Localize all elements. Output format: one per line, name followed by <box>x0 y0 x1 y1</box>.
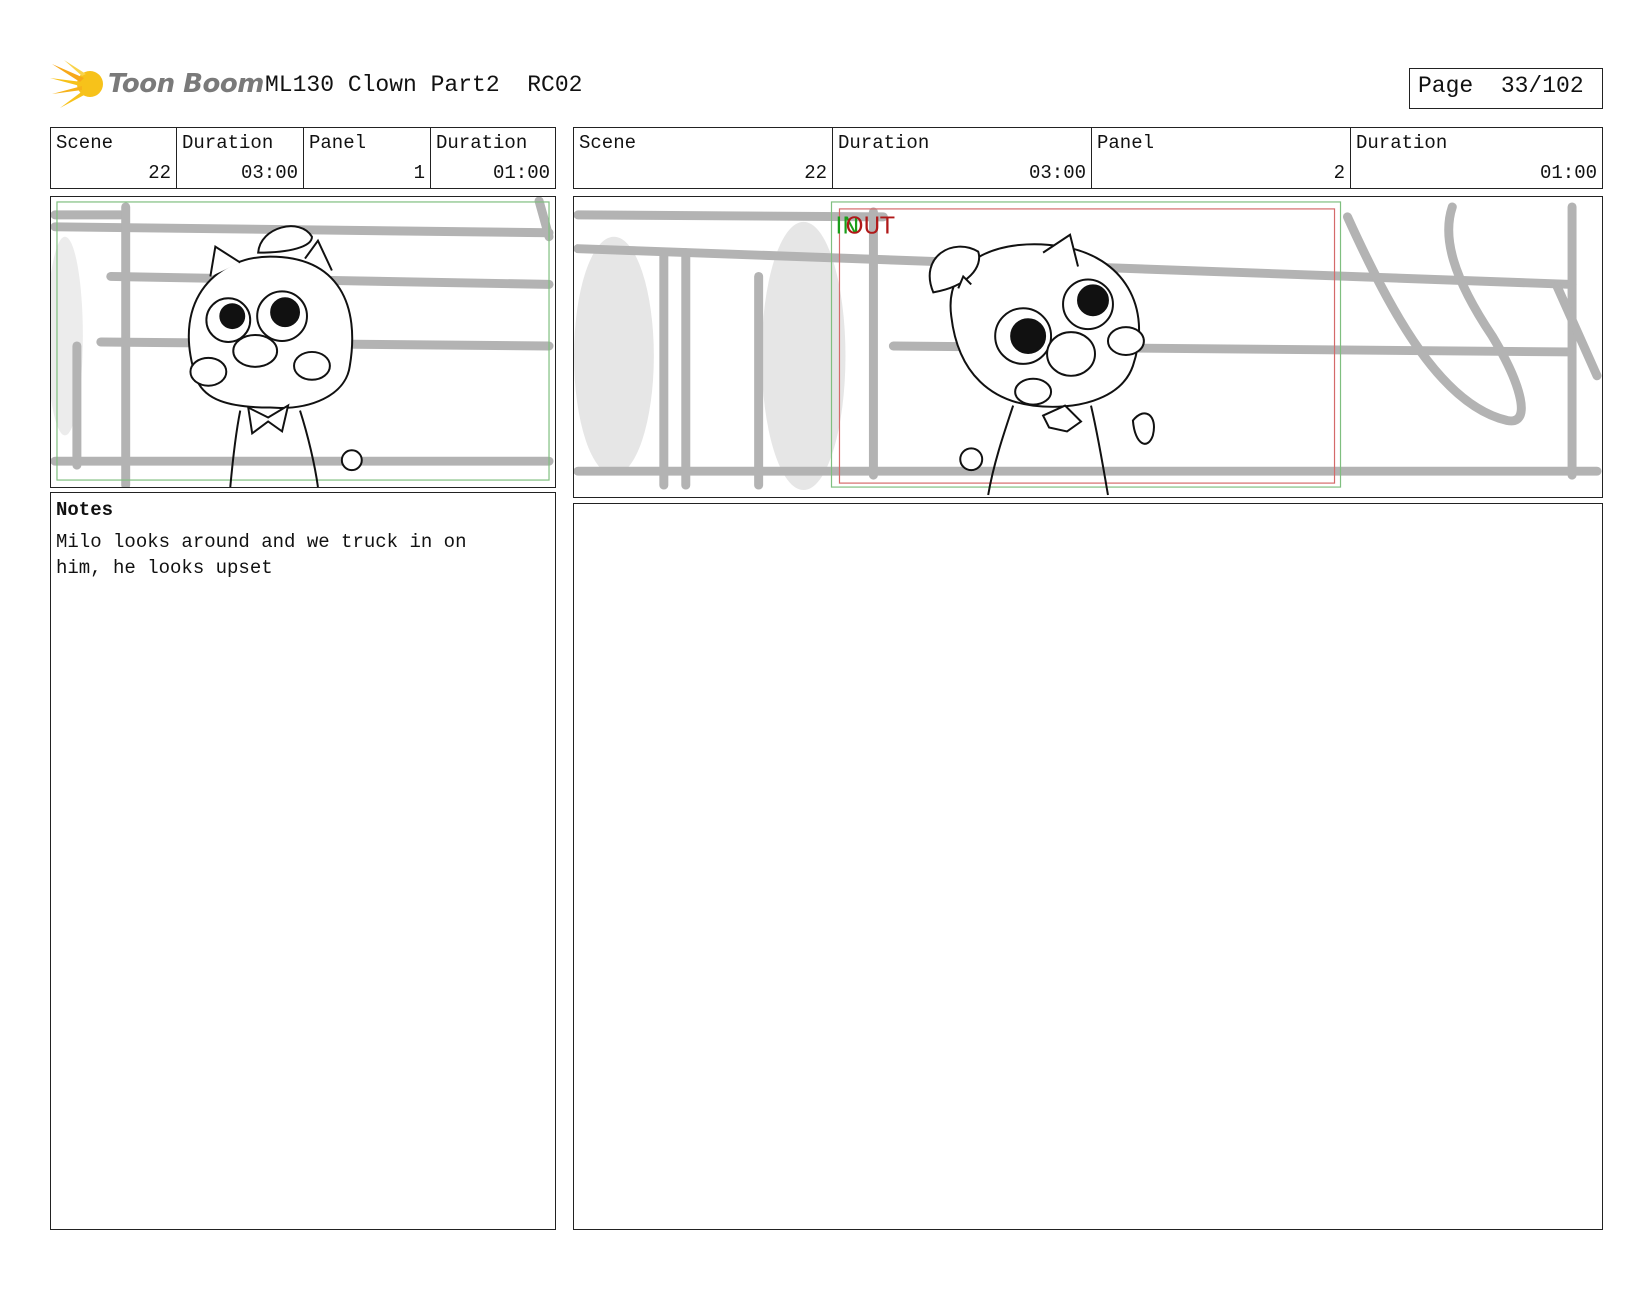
notes-box: Notes Milo looks around and we truck in … <box>50 492 556 1230</box>
scene-duration-label: Duration <box>838 132 930 154</box>
panel-1-info-bar: Scene 22 Duration 03:00 Panel 1 Duration… <box>50 127 556 189</box>
scene-duration-cell: Duration 03:00 <box>177 128 304 188</box>
scene-duration-label: Duration <box>182 132 274 154</box>
panel-2-notes-area <box>573 503 1603 1230</box>
milo-character-sketch <box>928 233 1155 496</box>
scene-duration-value: 03:00 <box>1028 162 1086 184</box>
scene-label: Scene <box>579 132 637 154</box>
panel-cell: Panel 1 <box>304 128 431 188</box>
panel-value: 2 <box>1333 162 1345 184</box>
panel-cell: Panel 2 <box>1092 128 1351 188</box>
logo-text: Toon Boom <box>108 69 264 99</box>
panel-2-info-bar: Scene 22 Duration 03:00 Panel 2 Duration… <box>573 127 1603 189</box>
scene-duration-value: 03:00 <box>240 162 298 184</box>
notes-title: Notes <box>56 499 114 521</box>
scene-value: 22 <box>148 162 171 184</box>
panel-duration-value: 01:00 <box>1539 162 1597 184</box>
page-number: 33/102 <box>1500 73 1584 99</box>
panel-duration-label: Duration <box>436 132 528 154</box>
page-indicator: Page 33/102 <box>1409 68 1603 109</box>
panel-duration-value: 01:00 <box>492 162 550 184</box>
scene-cell: Scene 22 <box>51 128 177 188</box>
page-label: Page <box>1418 73 1474 99</box>
panel-label: Panel <box>1097 132 1155 154</box>
panel-label: Panel <box>309 132 367 154</box>
scene-cell: Scene 22 <box>574 128 833 188</box>
scene-duration-cell: Duration 03:00 <box>833 128 1092 188</box>
scene-label: Scene <box>56 132 114 154</box>
panel-value: 1 <box>413 162 425 184</box>
document-title: ML130 Clown Part2 RC02 <box>265 72 583 98</box>
out-marker-label: OUT <box>845 214 895 240</box>
notes-text: Milo looks around and we truck in on him… <box>56 531 467 579</box>
panel-1-image <box>50 196 556 488</box>
scene-value: 22 <box>804 162 827 184</box>
panel-duration-cell: Duration 01:00 <box>1351 128 1602 188</box>
panel-2-image: IN OUT <box>573 196 1603 498</box>
toon-boom-logo-icon <box>50 58 106 112</box>
panel-duration-label: Duration <box>1356 132 1448 154</box>
panel-duration-cell: Duration 01:00 <box>431 128 555 188</box>
milo-character-sketch <box>187 225 363 487</box>
